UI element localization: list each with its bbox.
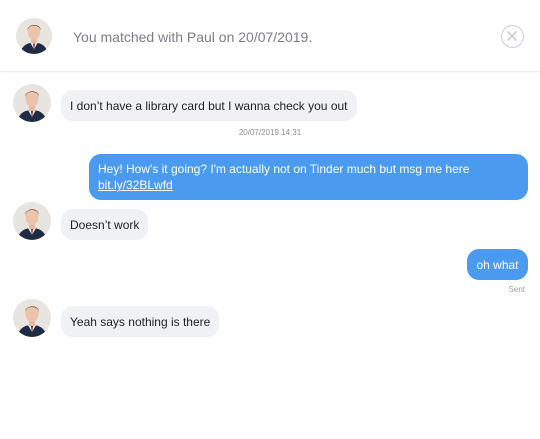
message-text: oh what	[476, 257, 519, 272]
outgoing-message-bubble: Hey! How's it going? I'm actually not on…	[89, 154, 528, 200]
incoming-message-bubble: Yeah says nothing is there	[61, 306, 220, 337]
message-text: Yeah says nothing is there	[70, 314, 211, 329]
profile-photo-icon	[13, 84, 51, 122]
outgoing-message-bubble: oh what	[467, 249, 528, 280]
profile-photo-icon	[13, 299, 51, 337]
incoming-message-bubble: Doesn’t work	[61, 209, 149, 240]
close-icon	[507, 31, 517, 41]
incoming-message-bubble: I don’t have a library card but I wanna …	[61, 90, 357, 121]
sender-avatar[interactable]	[13, 84, 51, 122]
profile-photo-icon	[13, 202, 51, 240]
message-text: I don’t have a library card but I wanna …	[70, 98, 348, 113]
close-match-button[interactable]	[501, 25, 524, 48]
match-info-text: You matched with Paul on 20/07/2019.	[73, 29, 313, 45]
delivery-status: Sent	[508, 285, 525, 294]
message-timestamp: 20/07/2019 14:31	[238, 128, 302, 137]
sender-avatar[interactable]	[13, 299, 51, 337]
message-link[interactable]: bit.ly/32BLwfd	[98, 178, 173, 192]
message-text: Hey! How's it going? I'm actually not on…	[98, 162, 470, 176]
match-avatar[interactable]	[16, 18, 52, 54]
message-text: Doesn’t work	[70, 217, 140, 232]
match-header: You matched with Paul on 20/07/2019.	[0, 0, 540, 72]
sender-avatar[interactable]	[13, 202, 51, 240]
profile-photo-icon	[16, 18, 52, 54]
